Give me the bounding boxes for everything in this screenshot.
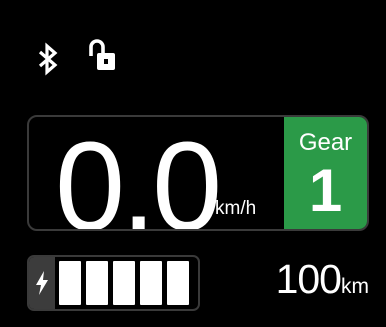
battery-indicator (27, 255, 200, 311)
unlocked-padlock-icon (89, 39, 115, 70)
battery-cell (113, 261, 135, 305)
speed-unit-label: km/h (215, 198, 257, 219)
gear-label: Gear (298, 129, 353, 156)
bluetooth-icon (38, 42, 58, 76)
speed-panel: 0.0 km/h Gear 1 (27, 115, 369, 231)
battery-cell (86, 261, 108, 305)
range-value: 100 (275, 256, 342, 302)
speed-readout: 0.0 (55, 116, 222, 231)
battery-cell (140, 261, 162, 305)
gear-indicator: Gear 1 (284, 117, 367, 229)
battery-cells (59, 261, 189, 305)
battery-terminal (29, 257, 55, 309)
battery-cell (167, 261, 189, 305)
charging-bolt-icon (36, 271, 48, 295)
gear-value: 1 (308, 157, 343, 224)
range-unit: km (341, 275, 369, 298)
range-readout: 100km (276, 259, 369, 300)
battery-cell (59, 261, 81, 305)
